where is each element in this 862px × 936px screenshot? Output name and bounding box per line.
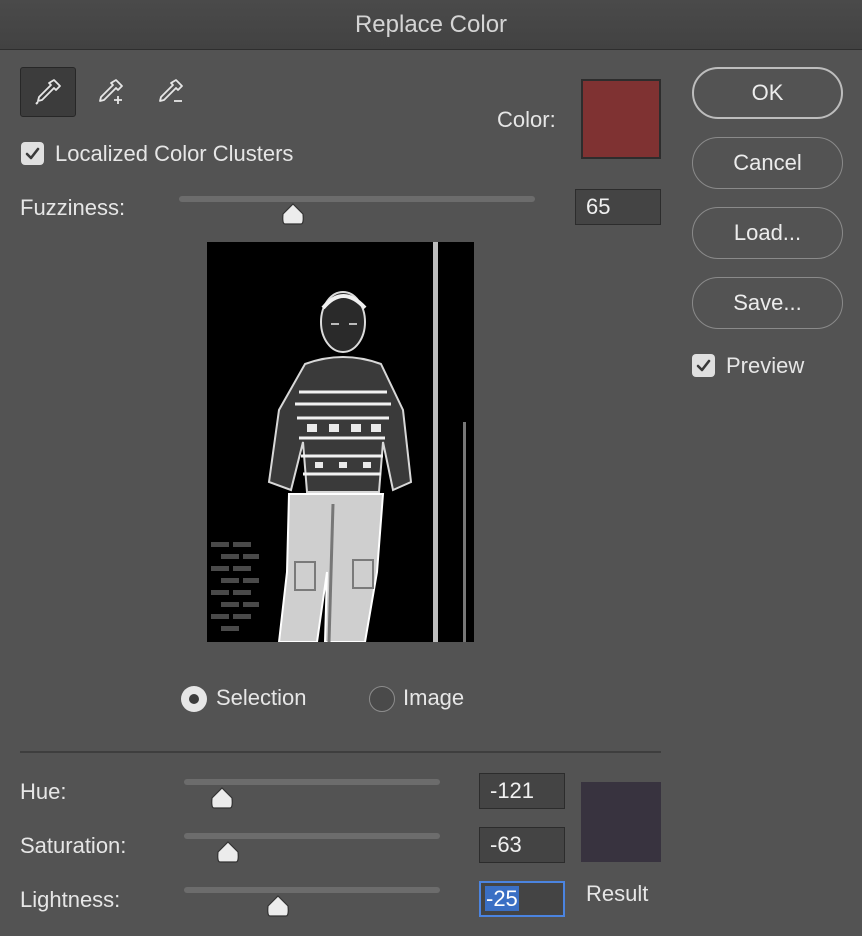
hue-slider-thumb[interactable] (210, 787, 234, 809)
result-swatch[interactable] (581, 782, 661, 862)
load-button[interactable]: Load... (692, 207, 843, 259)
image-radio[interactable] (369, 686, 395, 712)
localized-clusters-checkbox[interactable] (21, 142, 44, 165)
fuzziness-label: Fuzziness: (20, 195, 126, 220)
preview-checkbox[interactable] (692, 354, 715, 377)
dialog-title-bar: Replace Color (0, 0, 862, 50)
selection-preview-image (207, 242, 474, 642)
fuzziness-slider-thumb[interactable] (281, 203, 305, 225)
add-to-sample-tool[interactable] (82, 67, 138, 117)
fuzziness-slider-track[interactable] (179, 196, 535, 202)
section-divider (20, 751, 661, 753)
lightness-slider-thumb[interactable] (266, 895, 290, 917)
eyedropper-tool[interactable] (20, 67, 76, 117)
hue-label: Hue: (20, 779, 67, 804)
hue-input[interactable]: -121 (479, 773, 565, 809)
ok-button[interactable]: OK (692, 67, 843, 119)
color-label: Color: (497, 107, 556, 132)
lightness-label: Lightness: (20, 887, 121, 912)
eyedropper-icon (35, 79, 61, 105)
fuzziness-input[interactable]: 65 (575, 189, 661, 225)
hue-slider-track[interactable] (184, 779, 440, 785)
saturation-slider-track[interactable] (184, 833, 440, 839)
lightness-slider-track[interactable] (184, 887, 440, 893)
preview-checkbox-label: Preview (726, 353, 805, 378)
color-swatch[interactable] (581, 79, 661, 159)
saturation-slider-thumb[interactable] (216, 841, 240, 863)
save-button[interactable]: Save... (692, 277, 843, 329)
selection-radio[interactable] (181, 686, 207, 712)
checkmark-icon (25, 147, 40, 160)
eyedropper-minus-icon (159, 79, 183, 102)
result-label: Result (586, 881, 649, 906)
selection-radio-label: Selection (216, 685, 307, 710)
lightness-input-value: -25 (485, 886, 519, 911)
eyedropper-plus-icon (99, 79, 123, 104)
cancel-button[interactable]: Cancel (692, 137, 843, 189)
saturation-input[interactable]: -63 (479, 827, 565, 863)
localized-clusters-label: Localized Color Clusters (55, 141, 294, 166)
dialog-title: Replace Color (354, 11, 508, 38)
person-mask-image (207, 242, 474, 642)
checkmark-icon (696, 359, 711, 372)
subtract-from-sample-tool[interactable] (142, 67, 198, 117)
saturation-label: Saturation: (20, 833, 127, 858)
image-radio-label: Image (403, 685, 465, 710)
lightness-input[interactable]: -25 (479, 881, 565, 917)
